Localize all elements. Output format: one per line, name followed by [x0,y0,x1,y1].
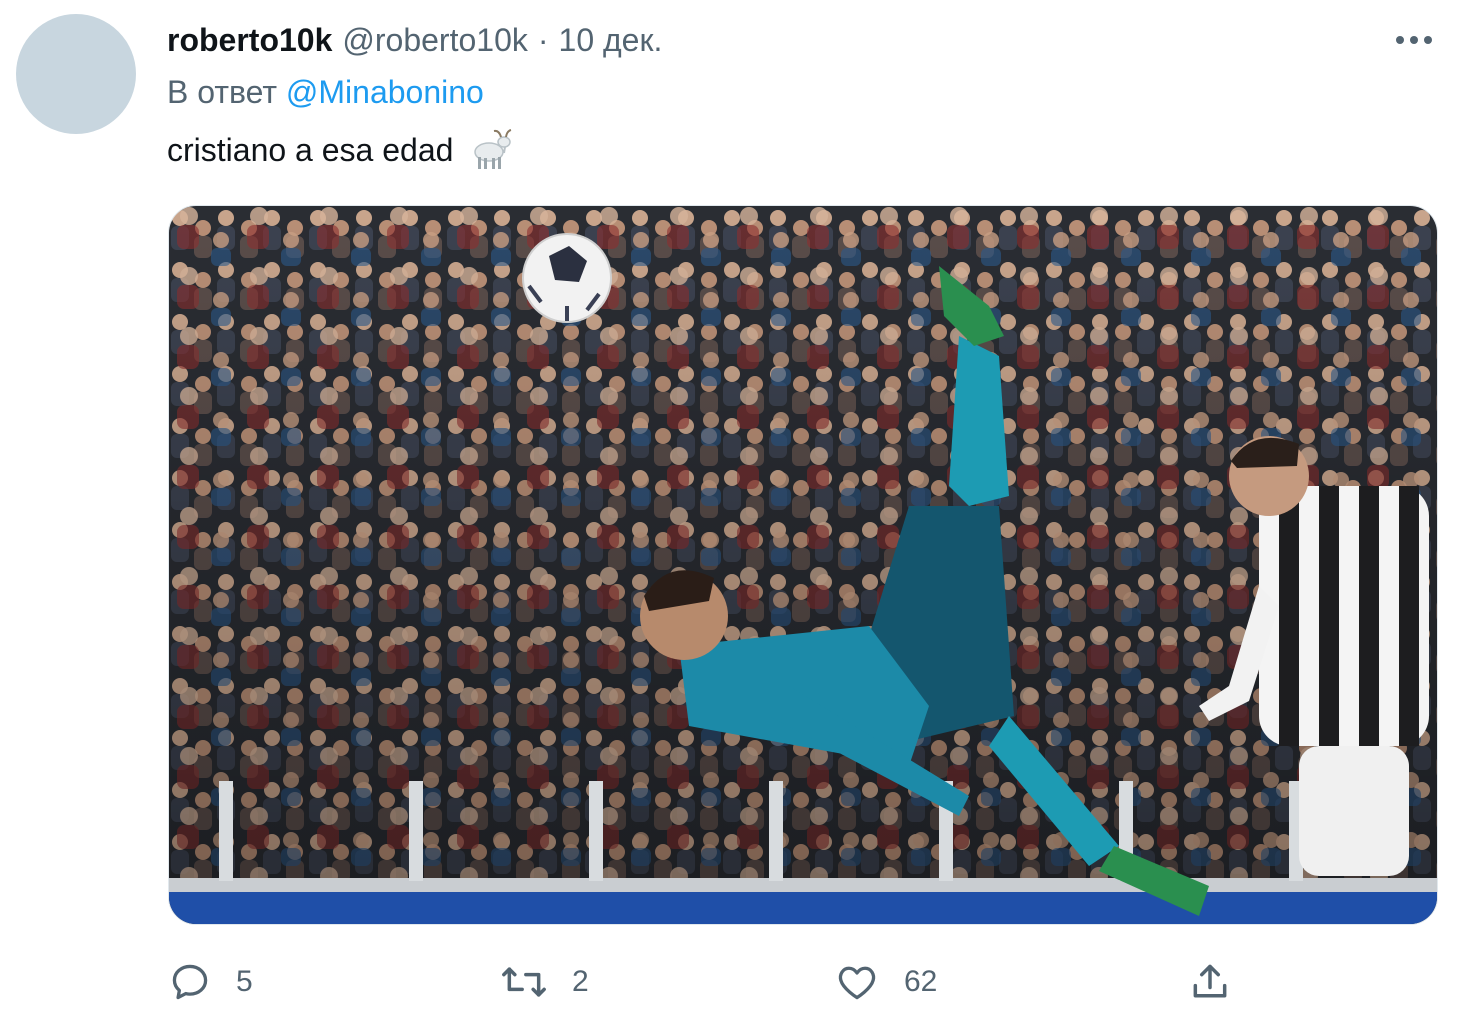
retweet-icon [502,967,546,997]
reply-count: 5 [236,965,253,998]
goat-emoji-icon [474,129,512,169]
tweet-body: cristiano a esa edad [167,131,454,168]
reply-button[interactable]: 5 [168,950,253,1014]
reply-icon [172,964,208,1000]
tweet-actions: 5 2 62 [0,950,1460,1014]
share-button[interactable] [1188,950,1232,1014]
more-icon [1396,36,1432,44]
tweet-photo[interactable] [168,205,1438,925]
reply-context: В ответ @Minabonino [167,74,484,111]
user-handle[interactable]: @roberto10k [342,22,527,59]
display-name[interactable]: roberto10k [167,22,332,59]
tweet-header: roberto10k @roberto10k · 10 дек. [167,20,662,60]
tweet-text: cristiano a esa edad [167,128,513,172]
reply-mention-link[interactable]: @Minabonino [286,74,484,110]
retweet-count: 2 [572,965,589,998]
tweet-date[interactable]: 10 дек. [559,22,663,59]
retweet-button[interactable]: 2 [500,950,589,1014]
heart-icon [838,966,876,1000]
reply-prefix: В ответ [167,74,278,110]
share-icon [1193,964,1227,998]
more-options-button[interactable] [1390,22,1438,58]
separator-dot: · [537,21,549,58]
photo-football-bicycle-kick [169,206,1437,924]
avatar[interactable] [16,14,136,134]
like-button[interactable]: 62 [834,950,937,1014]
like-count: 62 [904,965,938,998]
